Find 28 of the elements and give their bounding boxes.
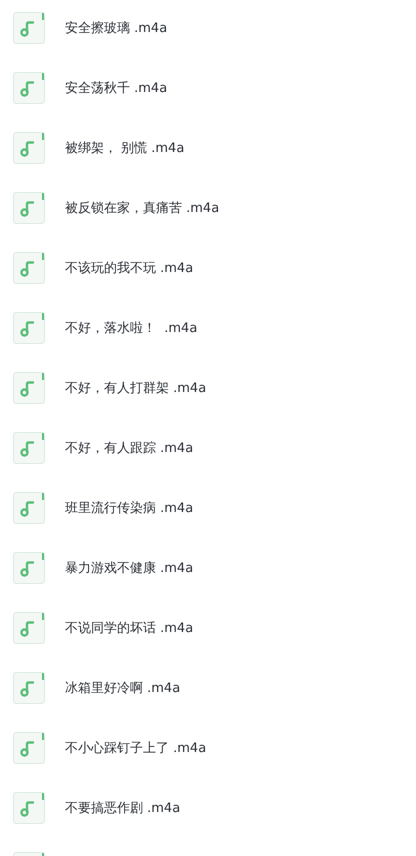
file-name[interactable]: 不说同学的坏话 .m4a — [65, 619, 194, 637]
audio-file-icon — [13, 252, 45, 284]
file-name[interactable]: 冰箱里好冷啊 .m4a — [65, 679, 180, 697]
file-name[interactable]: 班里流行传染病 .m4a — [65, 499, 194, 517]
audio-file-icon — [13, 312, 45, 344]
file-name[interactable]: 安全擦玻璃 .m4a — [65, 19, 168, 37]
audio-file-icon — [13, 492, 45, 524]
audio-file-icon — [13, 372, 45, 404]
file-name[interactable]: 安全荡秋千 .m4a — [65, 79, 168, 97]
audio-file-icon — [13, 672, 45, 704]
file-name[interactable]: 不该玩的我不玩 .m4a — [65, 259, 194, 277]
audio-file-icon — [13, 432, 45, 464]
file-name[interactable]: 暴力游戏不健康 .m4a — [65, 559, 194, 577]
file-name[interactable]: 不好，有人打群架 .m4a — [65, 379, 206, 397]
file-name[interactable]: 被反锁在家，真痛苦 .m4a — [65, 199, 220, 217]
audio-file-icon — [13, 12, 45, 44]
audio-file-icon — [13, 192, 45, 224]
audio-file-icon — [13, 612, 45, 644]
file-name[interactable]: 不要搞恶作剧 .m4a — [65, 799, 180, 817]
audio-file-icon — [13, 732, 45, 764]
audio-file-icon — [13, 792, 45, 824]
file-name[interactable]: 不好，有人跟踪 .m4a — [65, 439, 194, 457]
audio-file-icon — [13, 552, 45, 584]
audio-file-icon — [13, 132, 45, 164]
audio-file-icon — [13, 72, 45, 104]
file-name[interactable]: 不好，落水啦！ .m4a — [65, 319, 198, 337]
file-name[interactable]: 不小心踩钉子上了 .m4a — [65, 739, 206, 757]
file-name[interactable]: 被绑架， 别慌 .m4a — [65, 139, 184, 157]
